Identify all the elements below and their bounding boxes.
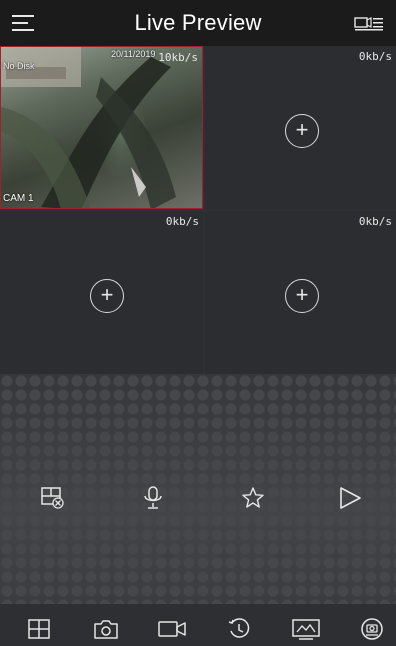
playback-clock-icon[interactable] bbox=[222, 616, 256, 642]
add-camera-icon[interactable]: + bbox=[285, 114, 319, 148]
feed-date-overlay: 20/11/2019 bbox=[111, 49, 156, 59]
add-camera-icon[interactable]: + bbox=[285, 279, 319, 313]
preview-pane-4[interactable]: 0kb/s + bbox=[205, 211, 396, 374]
ptz-control-icon[interactable] bbox=[355, 616, 389, 642]
page-title: Live Preview bbox=[134, 10, 262, 35]
star-favorite-icon[interactable] bbox=[236, 481, 270, 515]
snapshot-camera-icon[interactable] bbox=[89, 616, 123, 642]
image-quality-icon[interactable] bbox=[289, 616, 323, 642]
feed-status-overlay: No Disk bbox=[3, 61, 35, 71]
microphone-icon[interactable] bbox=[136, 481, 170, 515]
bitrate-label: 10kb/s bbox=[158, 51, 198, 64]
live-preview-screen: Live Preview 20/11/2019 No Disk 10kb/s C… bbox=[0, 0, 396, 646]
window-layout-icon[interactable] bbox=[36, 481, 70, 515]
grid-split-icon[interactable] bbox=[22, 616, 56, 642]
bottom-toolbar bbox=[0, 604, 396, 646]
add-camera-icon[interactable]: + bbox=[90, 279, 124, 313]
control-panel bbox=[0, 374, 396, 604]
header-bar: Live Preview bbox=[0, 0, 396, 46]
camera-name-label: CAM 1 bbox=[3, 193, 34, 204]
record-video-icon[interactable] bbox=[155, 616, 189, 642]
bitrate-label: 0kb/s bbox=[165, 215, 199, 228]
bitrate-label: 0kb/s bbox=[358, 215, 392, 228]
play-icon[interactable] bbox=[333, 481, 367, 515]
preview-pane-1[interactable]: 20/11/2019 No Disk 10kb/s CAM 1 bbox=[0, 46, 203, 209]
bitrate-label: 0kb/s bbox=[358, 50, 392, 63]
preview-pane-2[interactable]: 0kb/s + bbox=[205, 46, 396, 209]
preview-pane-3[interactable]: 0kb/s + bbox=[0, 211, 203, 374]
camera-list-icon[interactable] bbox=[351, 9, 387, 37]
preview-grid: 20/11/2019 No Disk 10kb/s CAM 1 0kb/s + … bbox=[0, 46, 396, 374]
camera-feed-image bbox=[1, 47, 202, 208]
